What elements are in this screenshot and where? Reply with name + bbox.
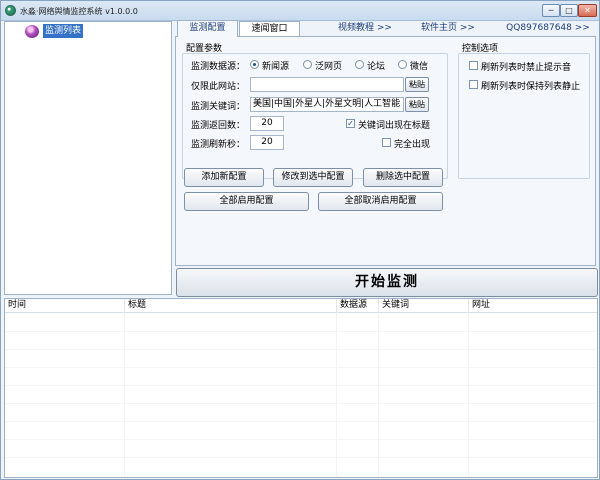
- grid-line: [5, 367, 597, 368]
- keep-list-static-label: 刷新列表时保持列表静止: [481, 82, 581, 92]
- mute-refresh-label: 刷新列表时禁止提示音: [481, 63, 572, 73]
- grid-line: [5, 331, 597, 332]
- homepage-link[interactable]: 软件主页 >>: [413, 21, 483, 37]
- source-news-label: 新闻源: [262, 62, 290, 72]
- disable-all-button[interactable]: 全部取消启用配置: [318, 192, 443, 211]
- keyword-label: 监测关键词：: [191, 102, 246, 112]
- keep-list-static-checkbox[interactable]: [469, 80, 478, 89]
- column-header-source[interactable]: 数据源: [337, 299, 379, 313]
- source-web-label: 泛网页: [315, 62, 343, 72]
- source-news-radio[interactable]: [250, 60, 259, 69]
- column-header-keyword[interactable]: 关键词: [379, 299, 469, 313]
- add-config-button[interactable]: 添加新配置: [184, 168, 264, 187]
- app-window: 水淼·网络舆情监控系统 v1.0.0.0 ─ □ ✕ 监测列表 监测配置 速闻窗…: [0, 0, 600, 480]
- tab-monitor-config[interactable]: 监测配置: [177, 20, 238, 37]
- modify-config-button[interactable]: 修改到选中配置: [273, 168, 353, 187]
- config-tabs: 监测配置 速闻窗口 视频教程 >> 软件主页 >> QQ897687648 >>…: [175, 20, 598, 267]
- video-tutorial-link[interactable]: 视频教程 >>: [330, 21, 400, 37]
- close-button[interactable]: ✕: [578, 4, 597, 17]
- column-header-title[interactable]: 标题: [125, 299, 337, 313]
- source-wechat-label: 微信: [410, 62, 429, 72]
- full-match-label: 完全出现: [394, 140, 431, 150]
- column-title: [125, 313, 337, 477]
- minimize-button[interactable]: ─: [542, 4, 560, 17]
- column-header-time[interactable]: 时间: [5, 299, 125, 313]
- site-paste-button[interactable]: 粘贴: [405, 77, 429, 92]
- grid-line: [5, 457, 597, 458]
- app-logo-icon: [5, 5, 16, 16]
- source-wechat-radio[interactable]: [398, 60, 407, 69]
- source-forum-label: 论坛: [367, 62, 386, 72]
- source-forum-radio[interactable]: [355, 60, 364, 69]
- refresh-seconds-input[interactable]: 20: [250, 135, 284, 150]
- refresh-seconds-label: 监测刷新秒：: [191, 140, 246, 150]
- control-options-title: 控制选项: [462, 44, 499, 54]
- config-params-title: 配置参数: [186, 44, 223, 54]
- grid-line: [5, 349, 597, 350]
- tab-panel-monitor-config: 配置参数 控制选项 监测数据源： 新闻源 泛网页 论坛 微信 仅限此网站： 粘贴…: [175, 36, 596, 266]
- column-keyword: [379, 313, 469, 477]
- title-match-checkbox[interactable]: ✓: [346, 119, 355, 128]
- results-list[interactable]: 时间 标题 数据源 关键词 网址: [4, 298, 598, 478]
- results-list-header: 时间 标题 数据源 关键词 网址: [5, 299, 597, 313]
- title-bar[interactable]: 水淼·网络舆情监控系统 v1.0.0.0 ─ □ ✕: [1, 1, 599, 21]
- keyword-paste-button[interactable]: 粘贴: [405, 97, 429, 112]
- grid-line: [5, 421, 597, 422]
- tree-root-item[interactable]: 监测列表: [43, 24, 84, 38]
- return-count-label: 监测返回数：: [191, 121, 246, 131]
- mute-refresh-checkbox[interactable]: [469, 61, 478, 70]
- grid-line: [5, 385, 597, 386]
- grid-line: [5, 439, 597, 440]
- monitor-tree[interactable]: 监测列表: [4, 21, 172, 295]
- enable-all-button[interactable]: 全部启用配置: [184, 192, 309, 211]
- window-title: 水淼·网络舆情监控系统 v1.0.0.0: [20, 7, 138, 16]
- tab-news-window[interactable]: 速闻窗口: [239, 21, 300, 37]
- globe-icon: [25, 25, 39, 38]
- site-input[interactable]: [250, 77, 404, 92]
- source-label: 监测数据源：: [191, 62, 246, 72]
- title-match-label: 关键词出现在标题: [358, 121, 431, 131]
- delete-config-button[interactable]: 删除选中配置: [363, 168, 443, 187]
- return-count-input[interactable]: 20: [250, 116, 284, 131]
- column-header-url[interactable]: 网址: [469, 299, 597, 313]
- full-match-checkbox[interactable]: [382, 138, 391, 147]
- source-web-radio[interactable]: [303, 60, 312, 69]
- site-label: 仅限此网站：: [191, 82, 246, 92]
- start-monitor-button[interactable]: 开始监测: [176, 268, 598, 297]
- column-time: [5, 313, 125, 477]
- grid-line: [5, 403, 597, 404]
- qq-contact-link[interactable]: QQ897687648 >>: [505, 21, 591, 37]
- maximize-button[interactable]: □: [560, 4, 578, 17]
- keyword-input[interactable]: 美国|中国|外星人|外星文明|人工智能: [250, 97, 404, 112]
- column-source: [337, 313, 379, 477]
